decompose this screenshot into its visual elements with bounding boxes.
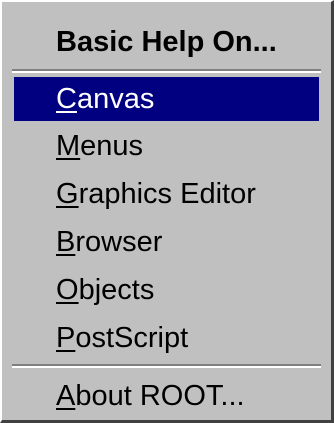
menu-item-menus[interactable]: Menus <box>14 124 319 168</box>
menu-item-label: ostScript <box>75 322 189 354</box>
menu-separator <box>12 364 321 368</box>
mnemonic-letter: P <box>56 322 76 354</box>
menu-item-label: anvas <box>76 83 155 115</box>
mnemonic-letter: B <box>56 226 76 258</box>
menu-item-postscript[interactable]: PostScript <box>14 316 319 360</box>
menu-title: Basic Help On... <box>56 26 277 58</box>
help-popup-menu: Basic Help On... Canvas Menus Graphics E… <box>0 0 334 423</box>
menu-separator <box>12 69 321 73</box>
menu-item-graphics-editor[interactable]: Graphics Editor <box>14 172 319 216</box>
menu-item-objects[interactable]: Objects <box>14 268 319 312</box>
mnemonic-letter: M <box>56 130 81 162</box>
menu-item-label: rowser <box>75 226 163 258</box>
menu-item-about-root[interactable]: About ROOT... <box>14 374 319 418</box>
menu-item-label: raphics Editor <box>78 178 256 210</box>
menu-item-browser[interactable]: Browser <box>14 220 319 264</box>
mnemonic-letter: O <box>56 274 79 306</box>
mnemonic-letter: C <box>56 83 77 115</box>
menu-item-label: bout ROOT... <box>75 380 245 412</box>
menu-item-label: enus <box>80 130 144 162</box>
menu-item-canvas[interactable]: Canvas <box>14 77 319 121</box>
mnemonic-letter: A <box>56 380 76 412</box>
menu-item-label: bjects <box>78 274 155 306</box>
mnemonic-letter: G <box>56 178 79 210</box>
